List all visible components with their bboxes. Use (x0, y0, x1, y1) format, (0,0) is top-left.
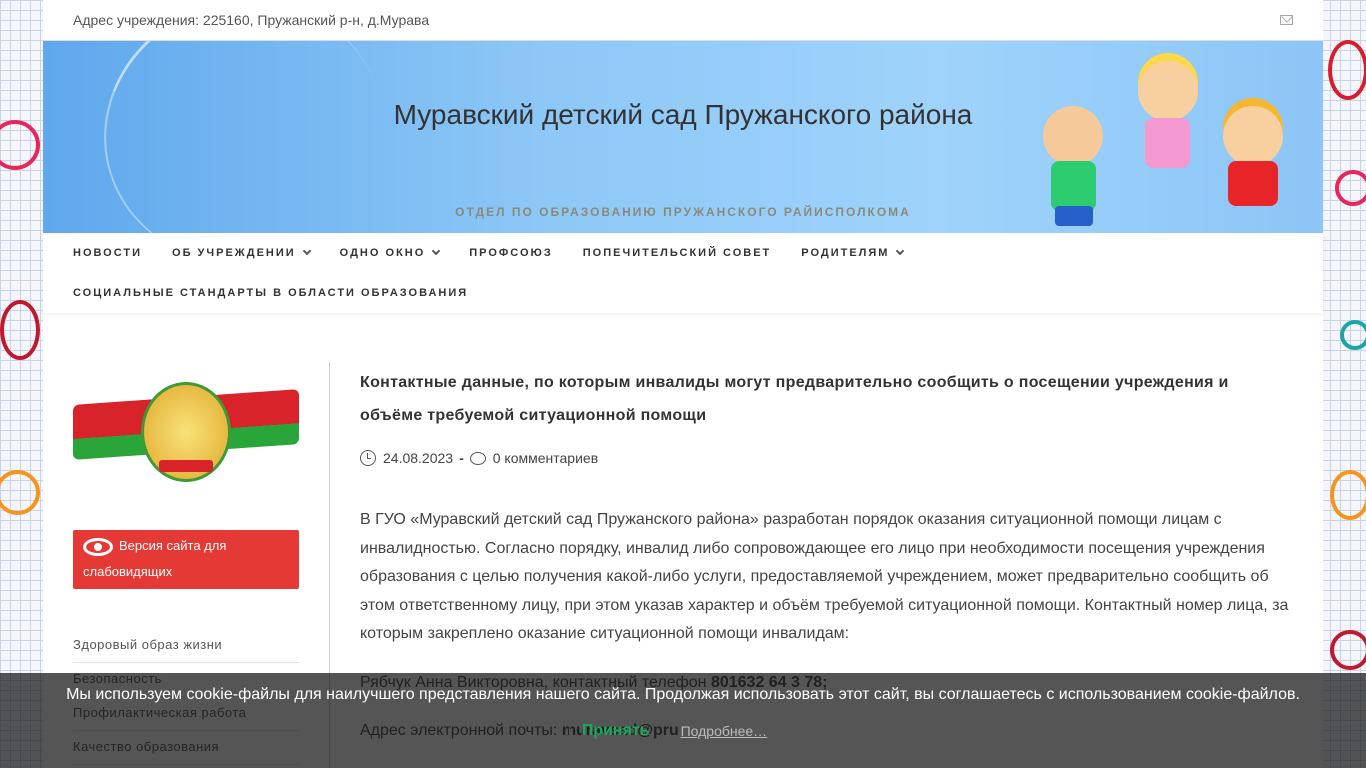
sidebar-link[interactable]: Здоровый образ жизни (73, 629, 299, 663)
background-doodle (1335, 170, 1366, 206)
eye-icon (83, 537, 113, 556)
contact-person: Рябчук Анна Викторовна, контактный телеф… (360, 673, 711, 691)
sidebar-links: Здоровый образ жизни Безопасность Профил… (73, 629, 299, 765)
clock-icon (360, 450, 376, 466)
background-doodle (0, 300, 40, 360)
phone-number: 801632 64 3 78; (710, 673, 828, 691)
background-doodle (1340, 320, 1366, 350)
chevron-down-icon (432, 246, 441, 256)
mail-icon[interactable] (1280, 15, 1293, 25)
post-date: 24.08.2023 (383, 450, 454, 466)
email-line: Адрес электронной почты: muravsad@pru (360, 717, 1295, 746)
header-banner: Муравский детский сад Пружанского района… (43, 41, 1323, 233)
nav-item-social-standards[interactable]: СОЦИАЛЬНЫЕ СТАНДАРТЫ В ОБЛАСТИ ОБРАЗОВАН… (73, 287, 468, 299)
belarus-emblem[interactable] (73, 362, 299, 492)
chevron-down-icon (896, 246, 905, 256)
nav-item-union[interactable]: ПРОФСОЮЗ (469, 247, 553, 259)
background-doodle (0, 470, 40, 515)
nav-item-board[interactable]: ПОПЕЧИТЕЛЬСКИЙ СОВЕТ (583, 247, 772, 259)
background-doodle (1328, 40, 1366, 100)
kids-illustration (1023, 46, 1303, 231)
sidebar-link[interactable]: Качество образования (73, 731, 299, 765)
low-vision-version-button[interactable]: Версия сайта для слабовидящих (73, 530, 299, 589)
comments-link[interactable]: 0 комментариев (493, 450, 598, 466)
sidebar: Версия сайта для слабовидящих Здоровый о… (73, 362, 299, 765)
post-content: Контактные данные, по которым инвалиды м… (360, 366, 1295, 766)
background-doodle (1330, 470, 1366, 520)
page-container: Адрес учреждения: 225160, Пружанский р-н… (43, 0, 1323, 768)
column-divider (329, 362, 330, 768)
email-link[interactable]: muravsad@pru (562, 722, 679, 739)
contact-line: Рябчук Анна Викторовна, контактный телеф… (360, 669, 1295, 698)
nav-item-parents[interactable]: РОДИТЕЛЯМ (801, 246, 905, 259)
sidebar-link[interactable]: Профилактическая работа (73, 697, 299, 731)
background-doodle (0, 120, 40, 170)
main-navigation: НОВОСТИ ОБ УЧРЕЖДЕНИИ ОДНО ОКНО ПРОФСОЮЗ… (43, 233, 1323, 313)
comment-icon (469, 451, 486, 465)
nav-item-one-window[interactable]: ОДНО ОКНО (340, 246, 441, 259)
address-text: Адрес учреждения: 225160, Пружанский р-н… (73, 12, 430, 28)
top-bar: Адрес учреждения: 225160, Пружанский р-н… (43, 0, 1323, 41)
post-title: Контактные данные, по которым инвалиды м… (360, 374, 1229, 424)
post-meta: 24.08.2023 - 0 комментариев (360, 450, 1295, 466)
chevron-down-icon (302, 246, 311, 256)
post-body: В ГУО «Муравский детский сад Пружанского… (360, 506, 1295, 746)
post-paragraph: В ГУО «Муравский детский сад Пружанского… (360, 511, 1289, 642)
background-doodle (1330, 630, 1366, 670)
nav-item-news[interactable]: НОВОСТИ (73, 247, 142, 259)
email-label: Адрес электронной почты: (360, 722, 562, 739)
nav-item-about[interactable]: ОБ УЧРЕЖДЕНИИ (172, 246, 311, 259)
sidebar-link[interactable]: Безопасность (73, 663, 299, 697)
